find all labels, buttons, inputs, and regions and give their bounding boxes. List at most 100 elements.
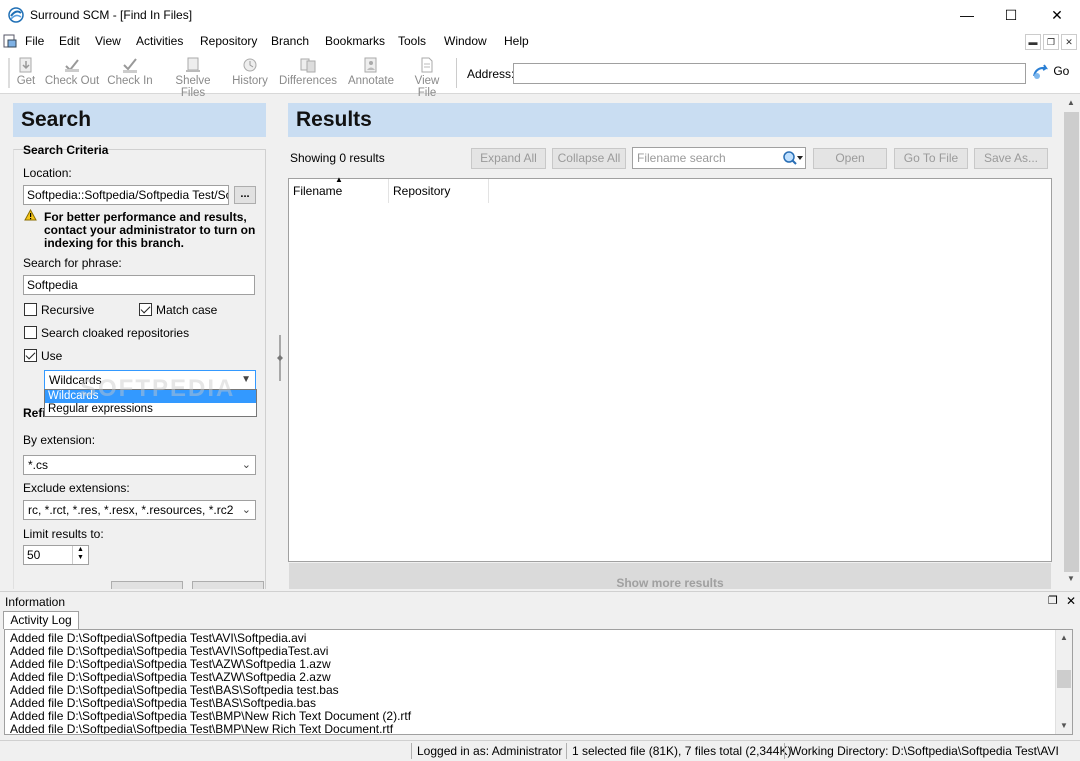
- collapse-all-button[interactable]: Collapse All: [552, 148, 626, 169]
- menu-view[interactable]: View: [95, 34, 121, 48]
- toolbar-grip: [8, 58, 10, 88]
- limit-results-stepper[interactable]: 50 ▲ ▼: [23, 545, 89, 565]
- menu-branch[interactable]: Branch: [271, 34, 309, 48]
- mdi-restore-button[interactable]: ❐: [1043, 34, 1059, 50]
- menu-activities[interactable]: Activities: [136, 34, 183, 48]
- get-icon: [19, 57, 32, 73]
- search-cloaked-checkbox[interactable]: [24, 326, 37, 339]
- menu-window[interactable]: Window: [444, 34, 487, 48]
- limit-results-value: 50: [27, 548, 41, 562]
- exclude-extensions-value: rc, *.rct, *.res, *.resx, *.resources, *…: [28, 503, 234, 517]
- scroll-up-icon[interactable]: ▲: [1067, 98, 1075, 107]
- status-separator: [566, 743, 567, 759]
- annotate-button[interactable]: Annotate: [346, 54, 396, 92]
- menu-file[interactable]: File: [25, 34, 44, 48]
- window-title: Surround SCM - [Find In Files]: [30, 8, 193, 22]
- phrase-input[interactable]: Softpedia: [23, 275, 255, 295]
- recursive-label: Recursive: [41, 303, 95, 317]
- activity-log: Added file D:\Softpedia\Softpedia Test\A…: [4, 629, 1073, 735]
- annotate-label: Annotate: [347, 75, 395, 87]
- go-button[interactable]: Go: [1032, 64, 1069, 84]
- results-panel: Results Showing 0 results Expand All Col…: [288, 103, 1054, 589]
- check-in-button[interactable]: Check In: [106, 54, 154, 92]
- chevron-down-icon: ▼: [241, 374, 251, 385]
- mdi-close-button[interactable]: ✕: [1061, 34, 1077, 50]
- differences-icon: [300, 58, 316, 73]
- toolbar: Get Check Out Check In Shelve Files Hist…: [0, 52, 1080, 99]
- differences-label: Differences: [279, 75, 337, 87]
- maximize-button[interactable]: ☐: [988, 0, 1034, 31]
- column-filename-label: Filename: [293, 184, 343, 198]
- results-grid[interactable]: Filename ▲ Repository: [288, 175, 1052, 562]
- by-extension-select[interactable]: *.cs ⌄: [23, 455, 256, 475]
- scrollbar-thumb[interactable]: [1064, 112, 1079, 572]
- stepper-arrows-icon[interactable]: ▲ ▼: [72, 546, 88, 564]
- status-bar: Logged in as: Administrator 1 selected f…: [0, 740, 1080, 761]
- toolbar-separator: [456, 58, 457, 88]
- status-separator: [411, 743, 412, 759]
- match-case-checkbox[interactable]: [139, 303, 152, 316]
- check-in-icon: [123, 58, 137, 73]
- log-scrollbar[interactable]: ▲ ▼: [1055, 630, 1072, 734]
- menu-repository[interactable]: Repository: [200, 34, 257, 48]
- menu-edit[interactable]: Edit: [59, 34, 80, 48]
- menu-help[interactable]: Help: [504, 34, 529, 48]
- scroll-up-icon[interactable]: ▲: [1060, 633, 1068, 642]
- scroll-down-icon[interactable]: ▼: [1067, 574, 1075, 583]
- minimize-button[interactable]: —: [944, 0, 990, 31]
- view-file-label: View File: [414, 75, 440, 99]
- float-pane-icon[interactable]: ❐: [1048, 594, 1058, 607]
- phrase-label: Search for phrase:: [23, 256, 122, 270]
- get-button[interactable]: Get: [14, 54, 38, 92]
- address-input[interactable]: [513, 63, 1026, 84]
- check-out-button[interactable]: Check Out: [44, 54, 100, 92]
- main-vertical-scrollbar[interactable]: ▲ ▼: [1063, 94, 1080, 590]
- history-label: History: [232, 75, 268, 87]
- use-checkbox[interactable]: [24, 349, 37, 362]
- differences-button[interactable]: Differences: [278, 54, 338, 92]
- go-label: Go: [1053, 64, 1070, 79]
- mdi-minimize-button[interactable]: ▬: [1025, 34, 1041, 50]
- exclude-extensions-select[interactable]: rc, *.rct, *.res, *.resx, *.resources, *…: [23, 500, 256, 520]
- menu-tools[interactable]: Tools: [398, 34, 426, 48]
- title-bar: Surround SCM - [Find In Files] — ☐ ✕: [0, 0, 1080, 31]
- clear-button[interactable]: [192, 581, 264, 589]
- search-button[interactable]: [111, 581, 183, 589]
- column-repository[interactable]: Repository: [389, 179, 489, 203]
- shelve-files-label: Shelve Files: [175, 75, 211, 99]
- tab-activity-log[interactable]: Activity Log: [3, 611, 79, 629]
- recursive-checkbox[interactable]: [24, 303, 37, 316]
- status-selection: 1 selected file (81K), 7 files total (2,…: [572, 744, 792, 758]
- show-more-results-button[interactable]: Show more results: [289, 563, 1051, 589]
- address-label: Address:: [467, 67, 515, 81]
- splitter-handle-icon[interactable]: [277, 335, 283, 381]
- annotate-icon: [364, 57, 377, 73]
- column-filename[interactable]: Filename ▲: [289, 175, 389, 203]
- shelve-files-button[interactable]: Shelve Files: [162, 54, 224, 99]
- log-scrollbar-thumb[interactable]: [1057, 670, 1071, 688]
- view-file-icon: [421, 57, 433, 73]
- search-header: Search: [13, 103, 266, 137]
- scroll-down-icon[interactable]: ▼: [1060, 721, 1068, 730]
- history-icon: [243, 58, 257, 72]
- chevron-down-icon: ⌄: [241, 503, 251, 516]
- close-pane-icon[interactable]: ✕: [1066, 594, 1076, 608]
- location-input[interactable]: Softpedia::Softpedia/Softpedia Test/Soft…: [23, 185, 229, 205]
- save-as-button[interactable]: Save As...: [974, 148, 1048, 169]
- status-logged-in: Logged in as: Administrator: [417, 744, 563, 758]
- use-label: Use: [41, 349, 63, 363]
- go-to-file-button[interactable]: Go To File: [894, 148, 968, 169]
- view-file-button[interactable]: View File: [404, 54, 450, 99]
- option-regular-expressions[interactable]: Regular expressions: [45, 403, 256, 416]
- search-icon[interactable]: [782, 150, 804, 166]
- menu-bookmarks[interactable]: Bookmarks: [325, 34, 385, 48]
- document-window-icon[interactable]: [2, 33, 18, 49]
- browse-location-button[interactable]: ...: [234, 186, 256, 204]
- expand-all-button[interactable]: Expand All: [471, 148, 546, 169]
- check-in-label: Check In: [107, 75, 153, 87]
- filename-search-input[interactable]: Filename search: [632, 147, 806, 169]
- history-button[interactable]: History: [230, 54, 270, 92]
- open-button[interactable]: Open: [813, 148, 887, 169]
- close-button[interactable]: ✕: [1034, 0, 1080, 31]
- information-title: Information: [5, 595, 66, 609]
